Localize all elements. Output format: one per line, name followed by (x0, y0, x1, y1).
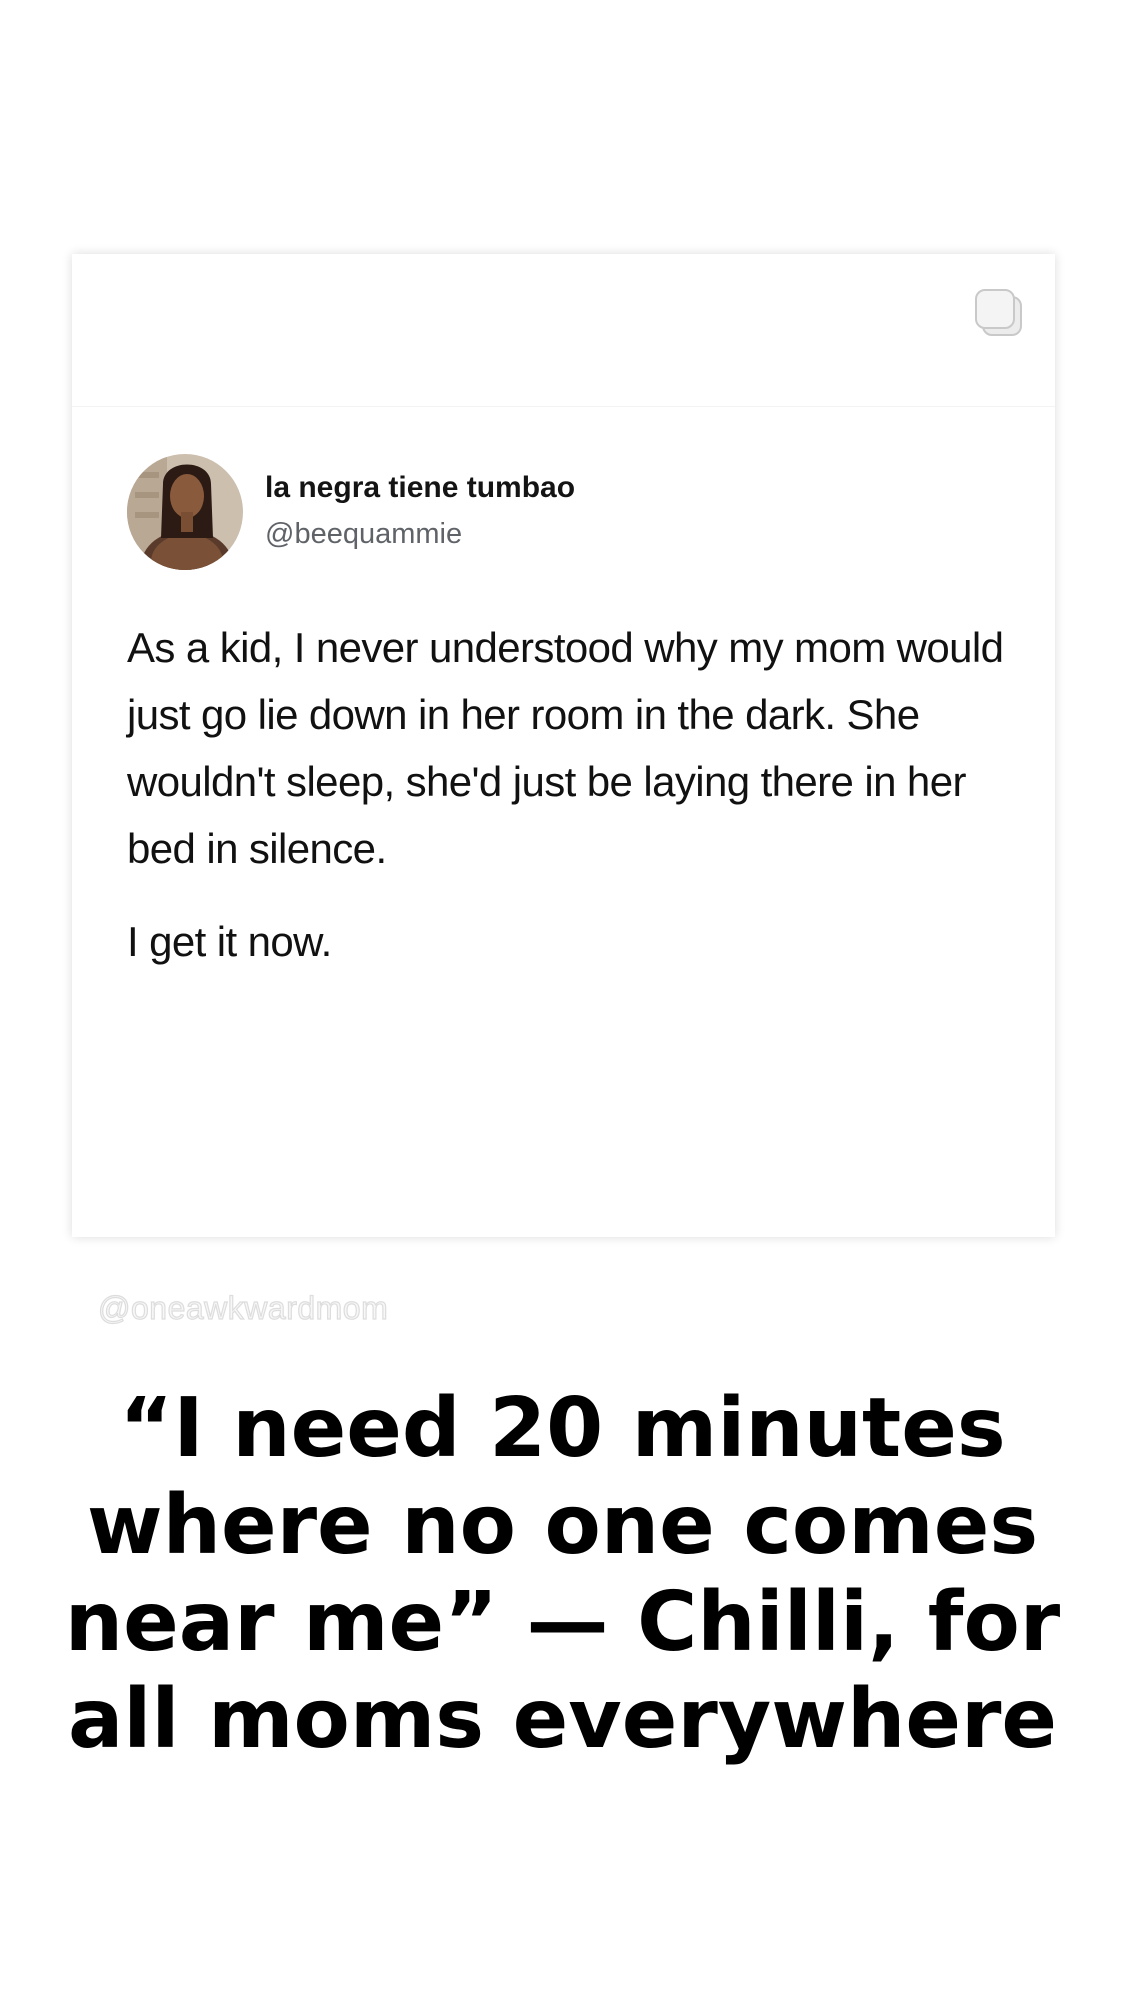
tweet-author: la negra tiene tumbao @beequammie (265, 468, 575, 556)
tweet: la negra tiene tumbao @beequammie As a k… (127, 454, 1007, 975)
card-header-bar (72, 254, 1055, 407)
caption-text: “I need 20 minutes where no one comes ne… (64, 1381, 1061, 1767)
author-handle[interactable]: @beequammie (265, 512, 575, 556)
author-display-name[interactable]: la negra tiene tumbao (265, 468, 575, 508)
tweet-body: As a kid, I never understood why my mom … (127, 614, 1007, 975)
profile-photo (127, 454, 243, 570)
avatar[interactable] (127, 454, 243, 570)
tweet-text-paragraph: As a kid, I never understood why my mom … (127, 624, 1004, 872)
watermark: @oneawkwardmom (97, 1289, 389, 1326)
post-card: la negra tiene tumbao @beequammie As a k… (72, 254, 1055, 1237)
copy-stack-icon[interactable] (973, 287, 1025, 339)
tweet-header: la negra tiene tumbao @beequammie (127, 454, 1007, 570)
tweet-text-paragraph: I get it now. (127, 918, 332, 965)
